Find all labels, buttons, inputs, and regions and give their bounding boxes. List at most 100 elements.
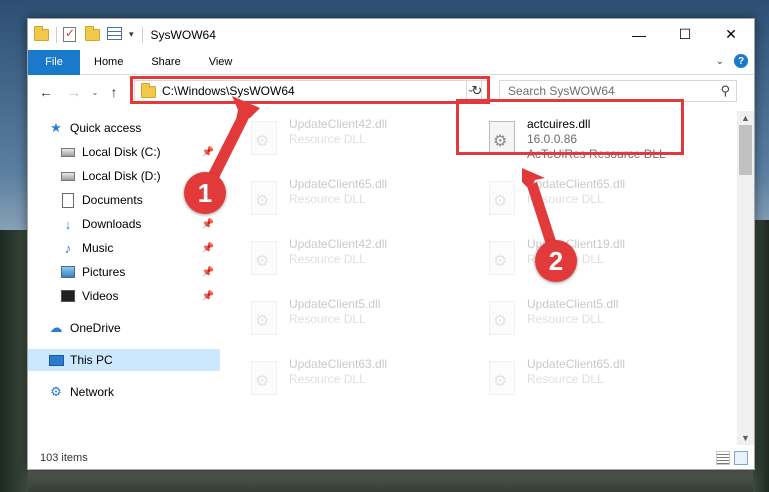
sidebar-item-label: Music <box>82 241 114 255</box>
dll-file-icon: ⚙ <box>249 121 281 161</box>
up-button[interactable]: ↑ <box>104 84 124 100</box>
desktop-background-trees-left <box>0 230 28 492</box>
network-icon: ⚙ <box>50 384 62 399</box>
sidebar-item-downloads[interactable]: ↓ Downloads 📌 <box>28 213 220 235</box>
file-type: Resource DLL <box>289 132 366 146</box>
sidebar-item-onedrive[interactable]: ☁ OneDrive <box>28 317 220 339</box>
view-icon[interactable] <box>107 26 123 43</box>
file-item[interactable]: ⚙ UpdateClient63.dll Resource DLL <box>249 357 479 407</box>
pictures-icon <box>60 264 76 280</box>
highlight-box-file <box>456 99 684 155</box>
sidebar-item-music[interactable]: ♪ Music 📌 <box>28 237 220 259</box>
item-count: 103 items <box>40 452 88 464</box>
file-list: ⚙ UpdateClient42.dll Resource DLL ⚙ actcu… <box>223 111 737 441</box>
star-icon: ★ <box>50 120 62 135</box>
videos-icon <box>60 288 76 304</box>
file-name: UpdateClient42.dll <box>289 117 388 131</box>
file-type: Resource DLL <box>527 192 604 206</box>
file-name: UpdateClient63.dll <box>289 357 388 371</box>
folder-icon <box>34 25 50 43</box>
file-item[interactable]: ⚙ UpdateClient5.dll Resource DLL <box>487 297 717 347</box>
title-bar: ▾ SysWOW64 — ☐ ✕ <box>28 19 754 50</box>
window-controls: — ☐ ✕ <box>616 19 754 50</box>
sidebar-item-this-pc[interactable]: This PC <box>28 349 220 371</box>
customize-qat-arrow-icon[interactable]: ▾ <box>129 29 134 40</box>
annotation-badge-1: 1 <box>184 172 226 214</box>
file-item[interactable]: ⚙ UpdateClient65.dll Resource DLL <box>487 177 717 227</box>
view-switcher <box>716 451 748 465</box>
properties-icon[interactable] <box>63 26 79 43</box>
annotation-badge-2: 2 <box>535 240 577 282</box>
pin-icon[interactable]: 📌 <box>202 291 214 302</box>
maximize-button[interactable]: ☐ <box>662 19 708 50</box>
vertical-scrollbar[interactable]: ▲ ▼ <box>737 111 754 445</box>
file-item[interactable]: ⚙ UpdateClient65.dll Resource DLL <box>249 177 479 227</box>
sidebar-item-label: This PC <box>70 353 113 367</box>
pin-icon[interactable]: 📌 <box>202 219 214 230</box>
pin-icon[interactable]: 📌 <box>202 147 214 158</box>
file-item[interactable]: ⚙ UpdateClient42.dll Resource DLL <box>249 117 479 167</box>
recent-locations-button[interactable]: ⌄ <box>88 88 102 97</box>
file-name: UpdateClient65.dll <box>527 357 626 371</box>
new-folder-icon[interactable] <box>85 25 101 43</box>
sidebar-item-videos[interactable]: Videos 📌 <box>28 285 220 307</box>
window-title: SysWOW64 <box>150 27 216 42</box>
tab-share[interactable]: Share <box>137 50 194 75</box>
pin-icon[interactable]: 📌 <box>202 267 214 278</box>
sidebar-item-label: Quick access <box>70 121 142 135</box>
dll-file-icon: ⚙ <box>249 181 281 221</box>
sidebar-item-pictures[interactable]: Pictures 📌 <box>28 261 220 283</box>
forward-button[interactable]: → <box>64 84 84 100</box>
tab-home[interactable]: Home <box>80 50 137 75</box>
music-icon: ♪ <box>64 240 72 256</box>
search-icon[interactable]: ⚲ <box>720 83 730 99</box>
dll-file-icon: ⚙ <box>249 361 281 401</box>
scroll-down-arrow-icon[interactable]: ▼ <box>741 433 750 443</box>
file-type: Resource DLL <box>289 192 366 206</box>
scroll-up-arrow-icon[interactable]: ▲ <box>741 113 750 123</box>
file-item[interactable]: ⚙ UpdateClient42.dll Resource DLL <box>249 237 479 287</box>
qat-separator <box>56 26 57 43</box>
minimize-button[interactable]: — <box>616 19 662 50</box>
sidebar-item-network[interactable]: ⚙ Network <box>28 381 220 403</box>
sidebar-item-label: Downloads <box>82 217 142 231</box>
scroll-thumb[interactable] <box>739 125 752 175</box>
file-type: Resource DLL <box>527 312 604 326</box>
help-icon[interactable]: ? <box>734 54 748 68</box>
desktop-background-trees-right <box>753 220 769 492</box>
dll-file-icon: ⚙ <box>249 301 281 341</box>
sidebar-item-label: Local Disk (D:) <box>82 169 161 183</box>
sidebar-item-label: Documents <box>82 193 143 207</box>
dll-file-icon: ⚙ <box>487 181 519 221</box>
details-view-button[interactable] <box>716 451 730 465</box>
tiles-view-button[interactable] <box>734 451 748 465</box>
tab-file[interactable]: File <box>28 49 80 75</box>
file-type: Resource DLL <box>527 372 604 386</box>
sidebar-item-local-disk-c[interactable]: Local Disk (C:) 📌 <box>28 141 220 163</box>
file-name: UpdateClient65.dll <box>527 177 626 191</box>
sidebar-item-quick-access[interactable]: ★ Quick access <box>28 117 220 139</box>
back-button[interactable]: ← <box>36 84 56 100</box>
dll-file-icon: ⚙ <box>487 301 519 341</box>
disk-icon <box>60 144 76 160</box>
dll-file-icon: ⚙ <box>487 241 519 281</box>
sidebar-item-label: Network <box>70 385 115 399</box>
file-name: UpdateClient42.dll <box>289 237 388 251</box>
expand-ribbon-icon[interactable]: ⌄ <box>716 56 724 67</box>
file-name: UpdateClient65.dll <box>289 177 388 191</box>
file-name: UpdateClient5.dll <box>289 297 381 311</box>
file-name: UpdateClient5.dll <box>527 297 619 311</box>
file-item[interactable]: ⚙ UpdateClient5.dll Resource DLL <box>249 297 479 347</box>
sidebar-item-label: Local Disk (C:) <box>82 145 161 159</box>
file-item[interactable]: ⚙ UpdateClient65.dll Resource DLL <box>487 357 717 407</box>
qat-separator <box>141 26 143 43</box>
sidebar-item-label: Pictures <box>82 265 126 279</box>
pin-icon[interactable]: 📌 <box>202 243 214 254</box>
file-type: Resource DLL <box>289 312 366 326</box>
file-item[interactable]: ⚙ UpdateClient19.dllResource DLL <box>487 237 717 287</box>
tab-view[interactable]: View <box>195 50 247 75</box>
cloud-icon: ☁ <box>49 320 63 335</box>
close-button[interactable]: ✕ <box>708 19 754 50</box>
ribbon-tabs: File Home Share View ⌄ ? <box>28 49 754 75</box>
document-icon <box>60 192 76 208</box>
